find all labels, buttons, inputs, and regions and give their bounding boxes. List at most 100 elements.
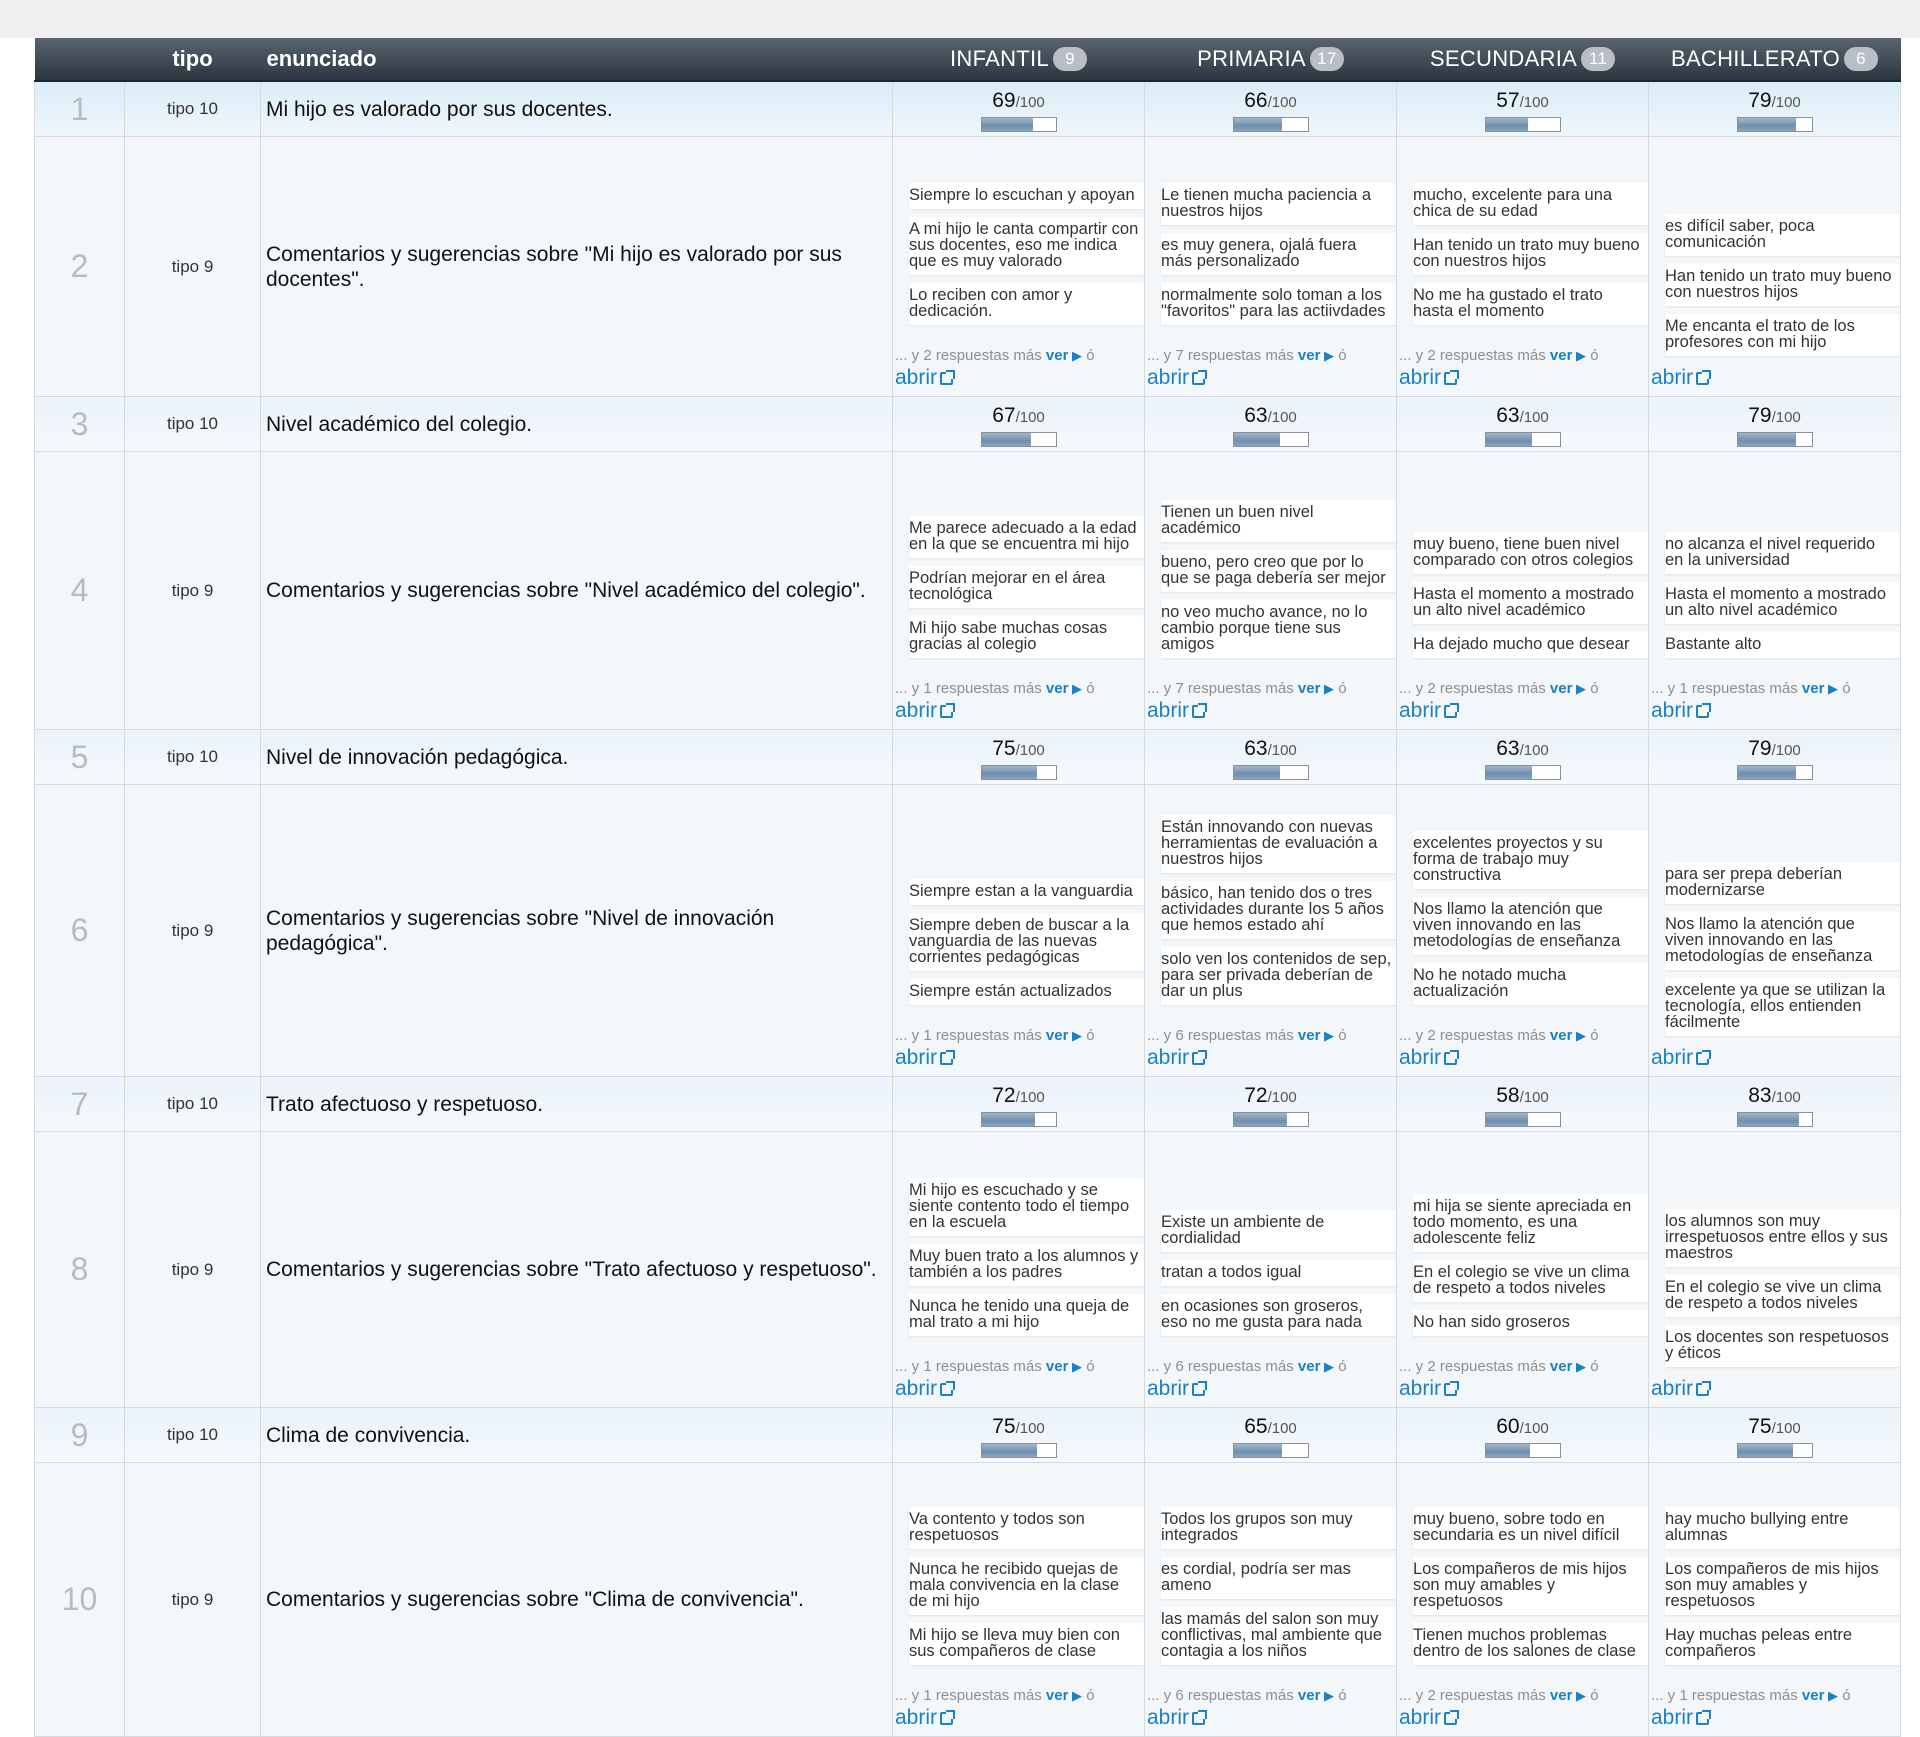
external-link-icon[interactable]: [1696, 370, 1712, 385]
external-link-icon[interactable]: [1444, 370, 1460, 385]
external-link-icon[interactable]: [1192, 703, 1208, 718]
ver-link[interactable]: ver: [1046, 1358, 1069, 1375]
play-icon[interactable]: ▶: [1572, 681, 1586, 696]
ver-link[interactable]: ver: [1802, 1687, 1825, 1704]
header-tipo[interactable]: tipo: [124, 38, 261, 82]
ver-link[interactable]: ver: [1046, 1027, 1069, 1044]
external-link-icon[interactable]: [1444, 703, 1460, 718]
abrir-label[interactable]: abrir: [895, 699, 937, 722]
abrir-label[interactable]: abrir: [1651, 699, 1693, 722]
abrir-link[interactable]: abrir: [1145, 1704, 1396, 1736]
abrir-link[interactable]: abrir: [1397, 1044, 1648, 1076]
ver-link[interactable]: ver: [1298, 1687, 1321, 1704]
abrir-label[interactable]: abrir: [1147, 1046, 1189, 1069]
abrir-link[interactable]: abrir: [1145, 697, 1396, 729]
abrir-link[interactable]: abrir: [1649, 1704, 1900, 1736]
abrir-label[interactable]: abrir: [1399, 1377, 1441, 1400]
abrir-label[interactable]: abrir: [1147, 1377, 1189, 1400]
abrir-label[interactable]: abrir: [1399, 1706, 1441, 1729]
external-link-icon[interactable]: [1192, 1381, 1208, 1396]
play-icon[interactable]: ▶: [1572, 1359, 1586, 1374]
abrir-label[interactable]: abrir: [895, 366, 937, 389]
play-icon[interactable]: ▶: [1572, 1028, 1586, 1043]
external-link-icon[interactable]: [1696, 1381, 1712, 1396]
abrir-link[interactable]: abrir: [1145, 1044, 1396, 1076]
ver-link[interactable]: ver: [1046, 680, 1069, 697]
abrir-link[interactable]: abrir: [893, 697, 1144, 729]
header-secundaria[interactable]: SECUNDARIA 11: [1396, 38, 1649, 82]
abrir-label[interactable]: abrir: [1399, 699, 1441, 722]
header-enunciado[interactable]: enunciado: [260, 38, 893, 82]
ver-link[interactable]: ver: [1298, 1358, 1321, 1375]
abrir-label[interactable]: abrir: [1651, 1706, 1693, 1729]
abrir-link[interactable]: abrir: [1649, 697, 1900, 729]
ver-link[interactable]: ver: [1298, 680, 1321, 697]
play-icon[interactable]: ▶: [1068, 1359, 1082, 1374]
external-link-icon[interactable]: [940, 703, 956, 718]
external-link-icon[interactable]: [1192, 370, 1208, 385]
external-link-icon[interactable]: [940, 1050, 956, 1065]
abrir-label[interactable]: abrir: [895, 1377, 937, 1400]
abrir-label[interactable]: abrir: [1651, 1377, 1693, 1400]
abrir-label[interactable]: abrir: [1651, 1046, 1693, 1069]
abrir-link[interactable]: abrir: [893, 1044, 1144, 1076]
external-link-icon[interactable]: [940, 370, 956, 385]
ver-link[interactable]: ver: [1802, 680, 1825, 697]
abrir-link[interactable]: abrir: [1145, 1375, 1396, 1407]
abrir-label[interactable]: abrir: [1147, 366, 1189, 389]
ver-link[interactable]: ver: [1550, 680, 1573, 697]
abrir-link[interactable]: abrir: [1397, 364, 1648, 396]
abrir-link[interactable]: abrir: [893, 364, 1144, 396]
play-icon[interactable]: ▶: [1068, 1028, 1082, 1043]
abrir-link[interactable]: abrir: [1649, 1044, 1900, 1076]
external-link-icon[interactable]: [1192, 1710, 1208, 1725]
abrir-label[interactable]: abrir: [895, 1706, 937, 1729]
ver-link[interactable]: ver: [1550, 1687, 1573, 1704]
ver-link[interactable]: ver: [1046, 347, 1069, 364]
external-link-icon[interactable]: [1696, 1710, 1712, 1725]
ver-link[interactable]: ver: [1550, 1027, 1573, 1044]
ver-link[interactable]: ver: [1298, 1027, 1321, 1044]
play-icon[interactable]: ▶: [1068, 348, 1082, 363]
play-icon[interactable]: ▶: [1320, 1359, 1334, 1374]
abrir-link[interactable]: abrir: [1649, 1375, 1900, 1407]
abrir-label[interactable]: abrir: [1147, 699, 1189, 722]
abrir-link[interactable]: abrir: [1397, 1375, 1648, 1407]
abrir-link[interactable]: abrir: [893, 1704, 1144, 1736]
external-link-icon[interactable]: [1696, 703, 1712, 718]
ver-link[interactable]: ver: [1046, 1687, 1069, 1704]
play-icon[interactable]: ▶: [1320, 1028, 1334, 1043]
external-link-icon[interactable]: [1444, 1710, 1460, 1725]
abrir-label[interactable]: abrir: [1147, 1706, 1189, 1729]
play-icon[interactable]: ▶: [1320, 348, 1334, 363]
abrir-link[interactable]: abrir: [1145, 364, 1396, 396]
play-icon[interactable]: ▶: [1572, 348, 1586, 363]
external-link-icon[interactable]: [1696, 1050, 1712, 1065]
abrir-link[interactable]: abrir: [1397, 1704, 1648, 1736]
abrir-link[interactable]: abrir: [1649, 364, 1900, 396]
header-infantil[interactable]: INFANTIL 9: [892, 38, 1145, 82]
play-icon[interactable]: ▶: [1320, 681, 1334, 696]
abrir-label[interactable]: abrir: [1651, 366, 1693, 389]
header-bachillerato[interactable]: BACHILLERATO 6: [1648, 38, 1901, 82]
abrir-link[interactable]: abrir: [893, 1375, 1144, 1407]
play-icon[interactable]: ▶: [1068, 1688, 1082, 1703]
external-link-icon[interactable]: [940, 1710, 956, 1725]
play-icon[interactable]: ▶: [1824, 1688, 1838, 1703]
play-icon[interactable]: ▶: [1320, 1688, 1334, 1703]
external-link-icon[interactable]: [1444, 1050, 1460, 1065]
external-link-icon[interactable]: [940, 1381, 956, 1396]
abrir-link[interactable]: abrir: [1397, 697, 1648, 729]
ver-link[interactable]: ver: [1550, 1358, 1573, 1375]
ver-link[interactable]: ver: [1550, 347, 1573, 364]
play-icon[interactable]: ▶: [1068, 681, 1082, 696]
abrir-label[interactable]: abrir: [1399, 366, 1441, 389]
external-link-icon[interactable]: [1192, 1050, 1208, 1065]
play-icon[interactable]: ▶: [1572, 1688, 1586, 1703]
play-icon[interactable]: ▶: [1824, 681, 1838, 696]
external-link-icon[interactable]: [1444, 1381, 1460, 1396]
abrir-label[interactable]: abrir: [1399, 1046, 1441, 1069]
header-primaria[interactable]: PRIMARIA 17: [1144, 38, 1397, 82]
abrir-label[interactable]: abrir: [895, 1046, 937, 1069]
ver-link[interactable]: ver: [1298, 347, 1321, 364]
